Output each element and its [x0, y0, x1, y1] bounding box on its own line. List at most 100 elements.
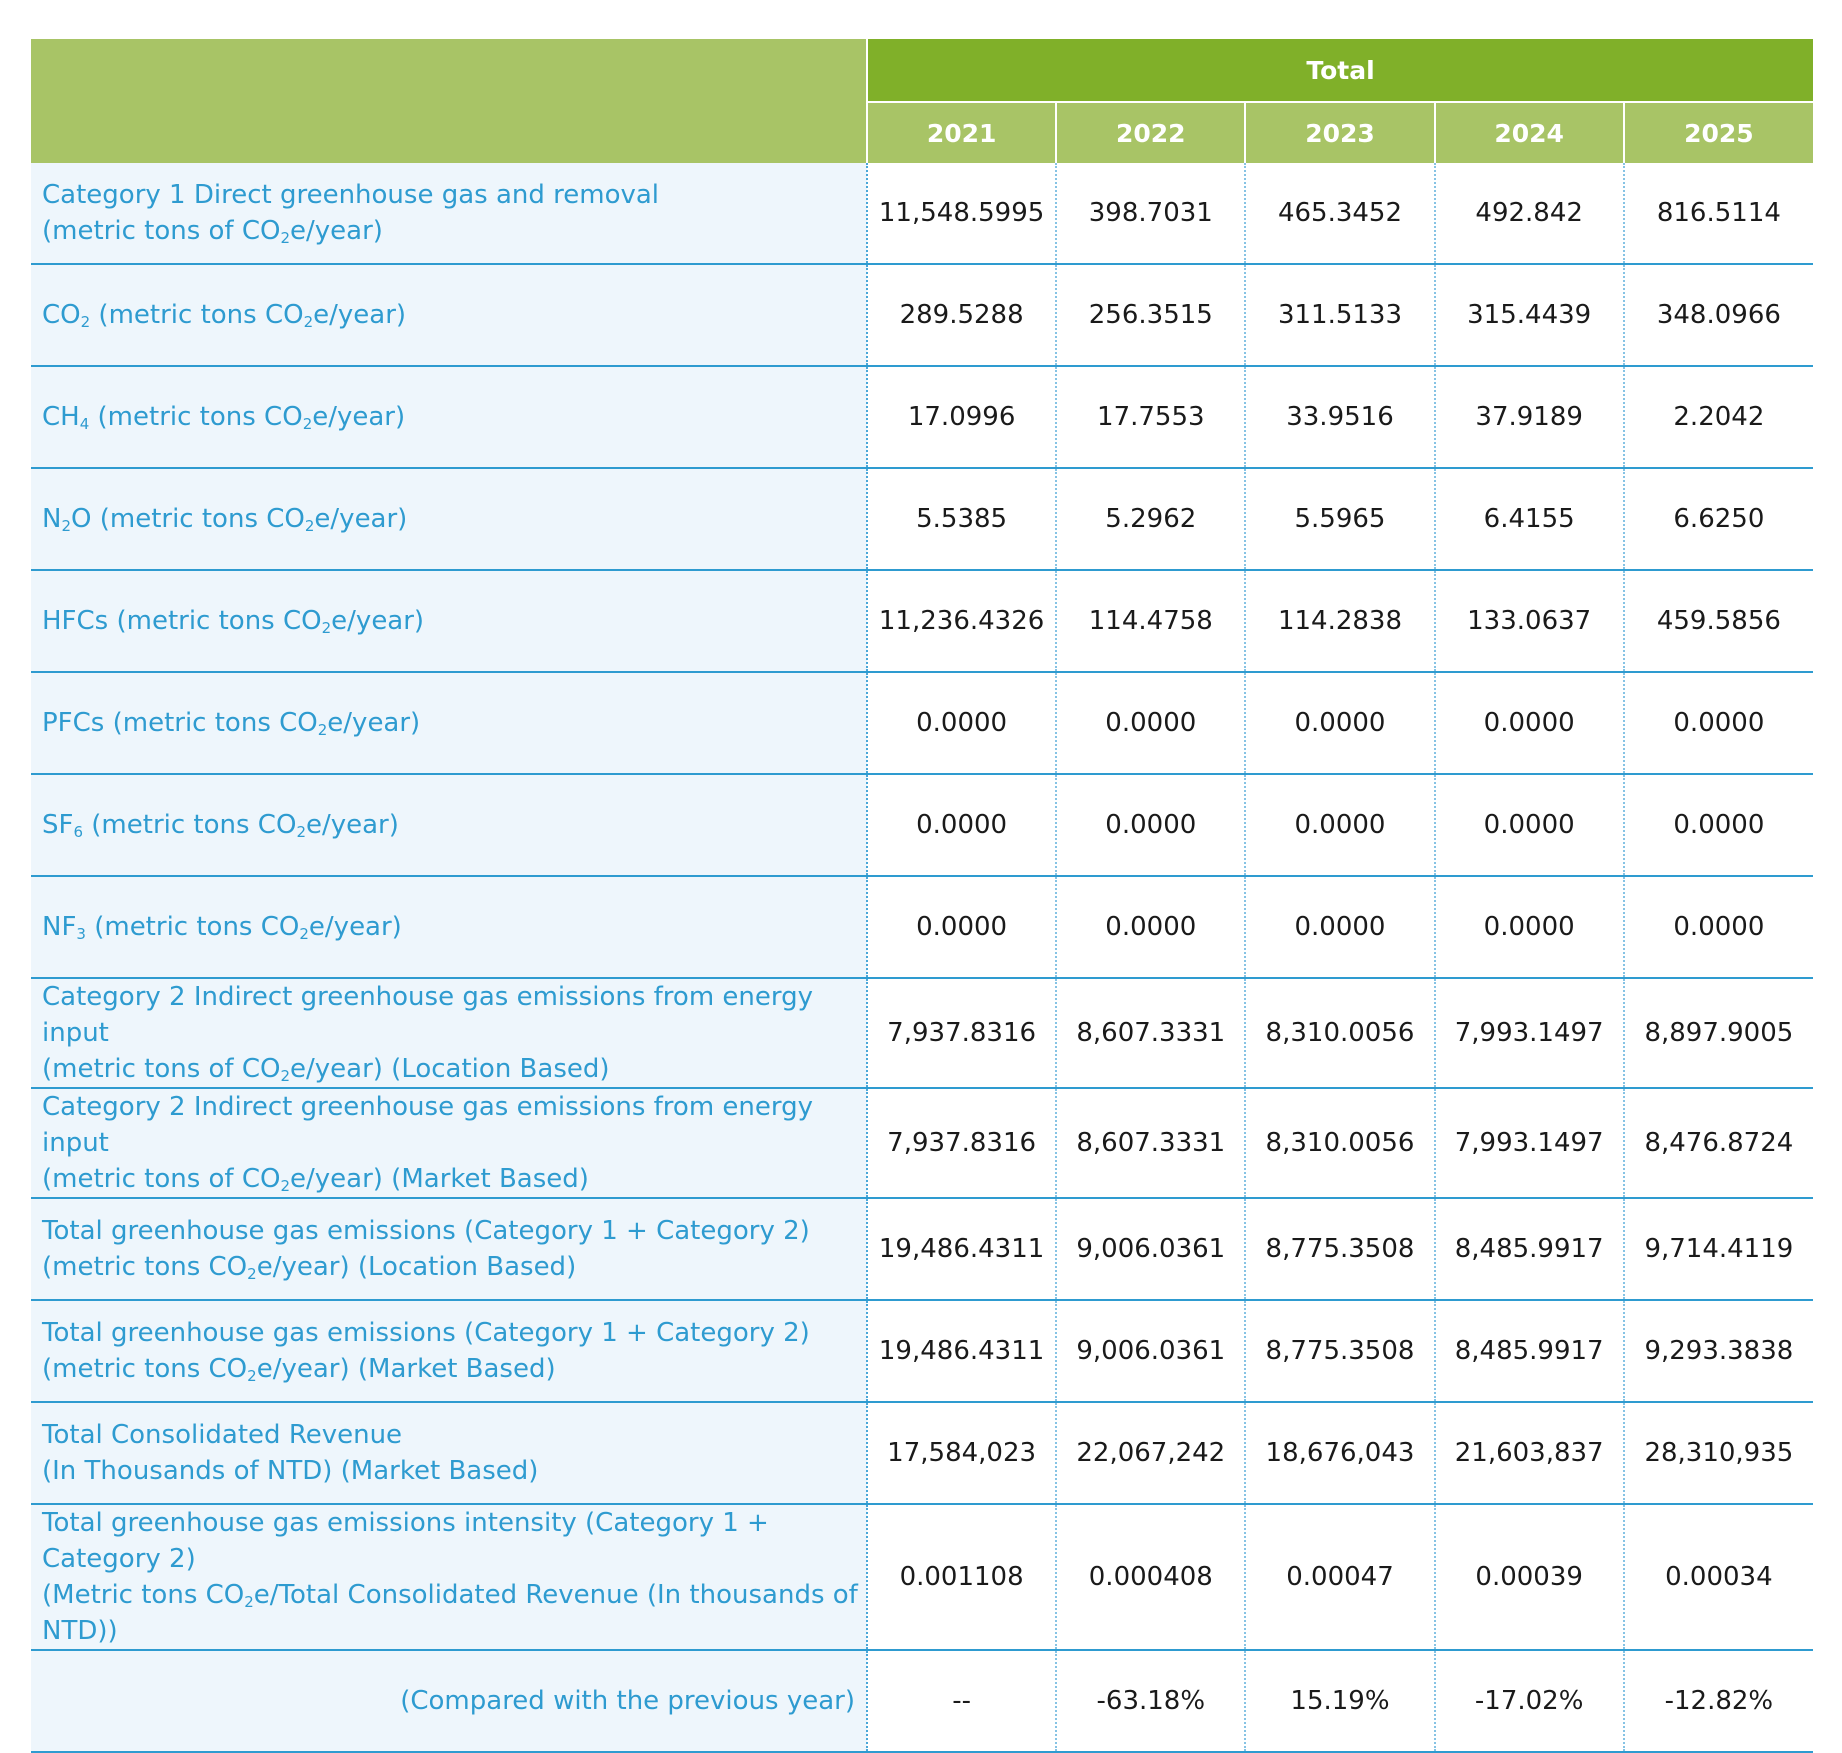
subscript-text: 2: [280, 229, 291, 247]
label-text: e/year) (Location Based): [256, 1252, 577, 1282]
table-row: Total greenhouse gas emissions (Category…: [31, 1198, 1813, 1301]
value-cell: 11,236.4326: [866, 570, 1057, 673]
table-row: N2O (metric tons CO2e/year) 5.5385 5.2962 5…: [31, 468, 1813, 571]
label-text: (metric tons of CO: [42, 1054, 281, 1084]
header-total: Total: [866, 39, 1813, 102]
label-text: e/year) (Market Based): [290, 1164, 589, 1194]
value-cell: 8,775.3508: [1244, 1300, 1435, 1403]
table-row: SF6 (metric tons CO2e/year) 0.0000 0.0000 0…: [31, 774, 1813, 877]
subscript-text: 2: [280, 1067, 291, 1085]
table-row: Total greenhouse gas emissions (Category…: [31, 1300, 1813, 1403]
value-cell: 348.0966: [1622, 264, 1813, 367]
emissions-table: Total 2021 2022 2023 2024 2025 Category …: [31, 39, 1813, 1753]
row-label-line: Total greenhouse gas emissions (Category…: [42, 1213, 866, 1249]
value-cell: 315.4439: [1433, 264, 1624, 367]
value-cell: 0.00047: [1244, 1504, 1435, 1651]
row-label: Total greenhouse gas emissions (Category…: [31, 1198, 868, 1301]
label-text: (metric tons CO: [89, 402, 303, 432]
subscript-text: 2: [296, 823, 306, 841]
value-cell: 33.9516: [1244, 366, 1435, 469]
value-cell: 0.0000: [1055, 876, 1246, 979]
table-row: Category 2 Indirect greenhouse gas emiss…: [31, 978, 1813, 1089]
table-row: Category 2 Indirect greenhouse gas emiss…: [31, 1088, 1813, 1199]
row-label-line: (Metric tons CO2e/Total Consolidated Rev…: [42, 1577, 866, 1649]
value-cell: -12.82%: [1622, 1650, 1813, 1753]
value-cell: 11,548.5995: [866, 163, 1057, 265]
row-label-line: (metric tons of CO2e/year): [42, 213, 866, 249]
value-cell: 0.0000: [866, 876, 1057, 979]
value-cell: 8,775.3508: [1244, 1198, 1435, 1301]
subscript-text: 2: [303, 313, 314, 331]
value-cell: 0.0000: [1244, 672, 1435, 775]
table-row: Total greenhouse gas emissions intensity…: [31, 1504, 1813, 1651]
table-row: CH4 (metric tons CO2e/year) 17.0996 17.755…: [31, 366, 1813, 469]
label-text: Category 2 Indirect greenhouse gas emiss…: [42, 982, 814, 1048]
subscript-text: 2: [247, 1367, 257, 1385]
value-cell: 0.0000: [1622, 876, 1813, 979]
label-text: N: [42, 504, 62, 534]
label-text: (metric tons CO: [85, 912, 300, 942]
subscript-text: 2: [302, 415, 313, 433]
value-cell: 19,486.4311: [866, 1300, 1057, 1403]
table-row: Total Consolidated Revenue (In Thousands …: [31, 1402, 1813, 1505]
value-cell: 8,607.3331: [1055, 1088, 1246, 1199]
label-text: Total Consolidated Revenue: [42, 1420, 403, 1450]
value-cell: 28,310,935: [1622, 1402, 1813, 1505]
label-text: (metric tons CO: [90, 300, 304, 330]
label-text: (metric tons CO: [42, 1252, 248, 1282]
value-cell: 21,603,837: [1433, 1402, 1624, 1505]
table-row: (Compared with the previous year) -- -63.1…: [31, 1650, 1813, 1753]
label-text: e/year): [313, 300, 407, 330]
label-text: SF: [42, 810, 74, 840]
value-cell: 459.5856: [1622, 570, 1813, 673]
subscript-text: 2: [317, 721, 328, 739]
table-row: NF3 (metric tons CO2e/year) 0.0000 0.0000 0…: [31, 876, 1813, 979]
label-text: (metric tons of CO: [42, 1164, 281, 1194]
value-cell: -17.02%: [1433, 1650, 1624, 1753]
row-label: CH4 (metric tons CO2e/year): [31, 366, 868, 469]
value-cell: 0.0000: [1244, 774, 1435, 877]
row-label-line: (metric tons CO2e/year) (Market Based): [42, 1351, 866, 1387]
label-text: (Compared with the previous year): [400, 1686, 856, 1716]
value-cell: 17.0996: [866, 366, 1057, 469]
label-text: (metric tons CO: [83, 810, 297, 840]
value-cell: 0.0000: [866, 774, 1057, 877]
value-cell: 492.842: [1433, 163, 1624, 265]
row-label-line: CH4 (metric tons CO2e/year): [42, 399, 866, 435]
value-cell: 8,310.0056: [1244, 978, 1435, 1089]
value-cell: 6.6250: [1622, 468, 1813, 571]
table-row: CO2 (metric tons CO2e/year) 289.5288 256.3…: [31, 264, 1813, 367]
row-label-line: (metric tons of CO2e/year) (Market Based…: [42, 1161, 866, 1197]
value-cell: -63.18%: [1055, 1650, 1246, 1753]
value-cell: 5.5965: [1244, 468, 1435, 571]
emissions-table-container: Total 2021 2022 2023 2024 2025 Category …: [31, 39, 1813, 1753]
value-cell: 0.0000: [1433, 672, 1624, 775]
row-label-line: Total Consolidated Revenue: [42, 1417, 866, 1453]
row-label-line: (metric tons CO2e/year) (Location Based): [42, 1249, 866, 1285]
value-cell: 6.4155: [1433, 468, 1624, 571]
value-cell: 17,584,023: [866, 1402, 1057, 1505]
row-label: Category 2 Indirect greenhouse gas emiss…: [31, 1088, 868, 1199]
row-label-line: (metric tons of CO2e/year) (Location Bas…: [42, 1051, 866, 1087]
label-text: NF: [42, 912, 77, 942]
header-corner-cell: [31, 39, 868, 163]
value-cell: 398.7031: [1055, 163, 1246, 265]
value-cell: 0.0000: [1622, 774, 1813, 877]
header-year: 2021: [866, 101, 1057, 163]
row-label: Total Consolidated Revenue (In Thousands …: [31, 1402, 868, 1505]
row-label-line: Category 1 Direct greenhouse gas and rem…: [42, 177, 866, 213]
value-cell: 114.4758: [1055, 570, 1246, 673]
label-text: e/year): [290, 216, 383, 246]
subscript-text: 2: [61, 517, 71, 535]
row-label: Total greenhouse gas emissions (Category…: [31, 1300, 868, 1403]
value-cell: 133.0637: [1433, 570, 1624, 673]
value-cell: --: [866, 1650, 1057, 1753]
subscript-text: 2: [304, 517, 315, 535]
row-label: HFCs (metric tons CO2e/year): [31, 570, 868, 673]
value-cell: 0.0000: [1622, 672, 1813, 775]
value-cell: 22,067,242: [1055, 1402, 1246, 1505]
value-cell: 18,676,043: [1244, 1402, 1435, 1505]
value-cell: 7,937.8316: [866, 1088, 1057, 1199]
value-cell: 0.0000: [1433, 876, 1624, 979]
subscript-text: 2: [299, 925, 309, 943]
